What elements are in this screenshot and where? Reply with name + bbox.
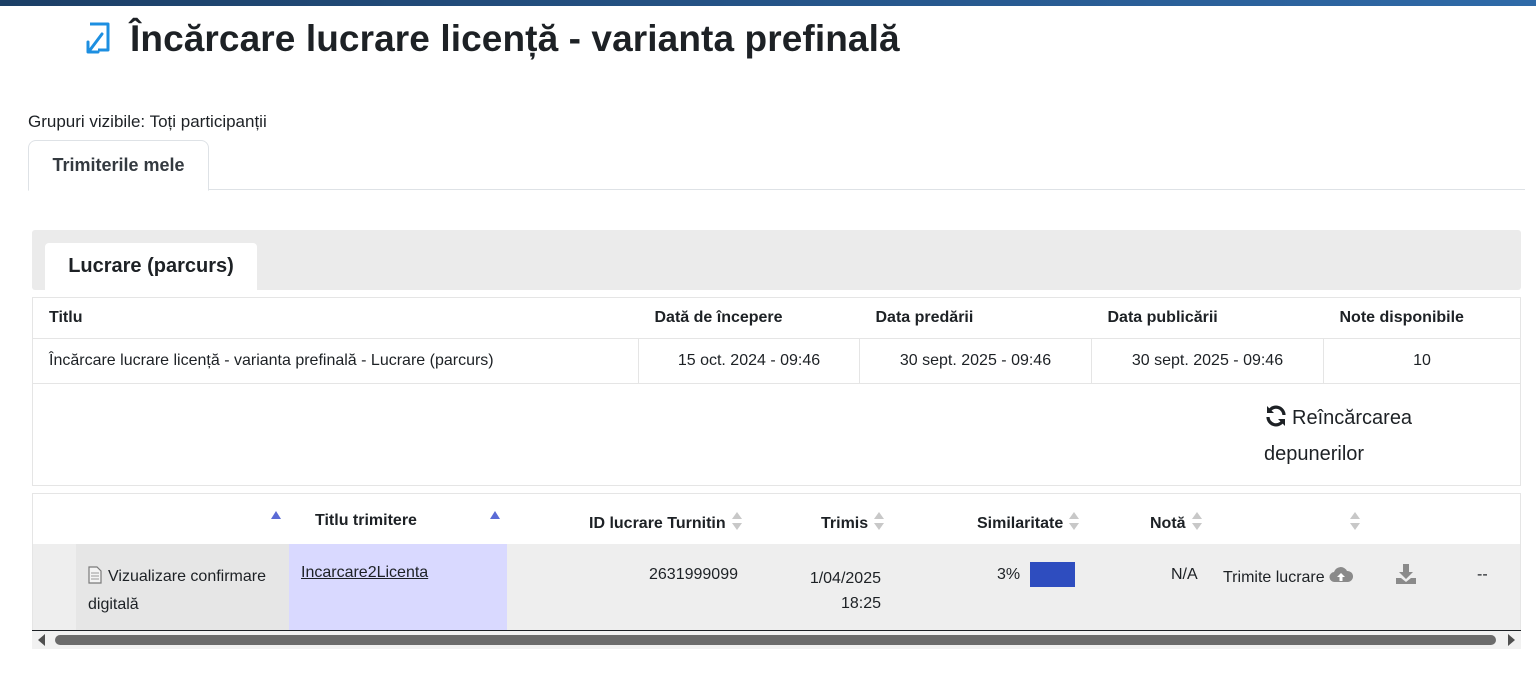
table-row: Încărcare lucrare licență - varianta pre… xyxy=(32,338,1521,384)
submission-title-cell: Incarcare2Licenta xyxy=(289,544,507,631)
column-header-max-grade: Note disponibile xyxy=(1323,297,1521,339)
assignment-upload-icon xyxy=(84,19,114,59)
cloud-upload-icon xyxy=(1329,566,1353,589)
submissions-table-header: Titlu trimitere ID lucrare Turnitin Trim… xyxy=(33,494,1520,544)
scrollbar-thumb[interactable] xyxy=(55,635,1496,645)
column-header-start-date: Dată de începere xyxy=(638,297,860,339)
similarity-score[interactable]: 3% xyxy=(997,566,1020,584)
refresh-submissions-button[interactable]: Reîncărcarea depunerilor xyxy=(1264,402,1464,470)
grade-cell: N/A xyxy=(1171,566,1198,583)
page-header: Încărcare lucrare licență - varianta pre… xyxy=(84,14,900,64)
assignment-title-cell: Încărcare lucrare licență - varianta pre… xyxy=(32,338,639,384)
horizontal-scrollbar[interactable] xyxy=(32,630,1521,649)
scroll-right-icon[interactable] xyxy=(1508,634,1515,646)
table-row: Vizualizare confirmare digitală Incarcar… xyxy=(33,544,1520,631)
extra-cell: -- xyxy=(1477,566,1488,583)
refresh-icon xyxy=(1264,404,1288,438)
column-header-grade[interactable]: Notă xyxy=(1150,512,1202,535)
document-icon xyxy=(88,566,102,592)
column-header-similarity[interactable]: Similaritate xyxy=(977,512,1080,535)
paper-id-cell: 2631999099 xyxy=(649,566,738,583)
tab-my-submissions[interactable]: Trimiterile mele xyxy=(28,140,209,191)
sort-toggle-icon xyxy=(874,512,885,535)
column-header-sent[interactable]: Trimis xyxy=(821,512,885,535)
column-header-paper-id[interactable]: ID lucrare Turnitin xyxy=(589,512,742,535)
column-header-title: Titlu xyxy=(32,297,639,339)
top-accent-bar xyxy=(0,0,1536,6)
assignment-info-table: Titlu Dată de începere Data predării Dat… xyxy=(32,297,1521,384)
sent-date-cell: 1/04/2025 18:25 xyxy=(809,570,881,612)
start-date-cell: 15 oct. 2024 - 09:46 xyxy=(638,338,860,384)
part-tab-panel: Lucrare (parcurs) xyxy=(32,230,1521,290)
tab-bar: Trimiterile mele xyxy=(28,140,1525,191)
column-header-due-date: Data predării xyxy=(859,297,1092,339)
submit-paper-button[interactable]: Trimite lucrare xyxy=(1223,566,1353,589)
column-header-submission-title[interactable]: Titlu trimitere xyxy=(315,512,417,530)
sort-toggle-icon[interactable] xyxy=(1350,512,1360,530)
part-tab-lucrare[interactable]: Lucrare (parcurs) xyxy=(45,243,257,290)
similarity-bar[interactable] xyxy=(1030,562,1075,587)
post-date-cell: 30 sept. 2025 - 09:46 xyxy=(1091,338,1324,384)
digital-receipt-link[interactable]: Vizualizare confirmare digitală xyxy=(76,544,289,631)
max-grade-cell: 10 xyxy=(1413,352,1431,369)
submission-title-link[interactable]: Incarcare2Licenta xyxy=(301,564,428,581)
scroll-left-icon[interactable] xyxy=(38,634,45,646)
sort-toggle-icon xyxy=(1069,512,1080,535)
download-icon[interactable] xyxy=(1395,564,1417,589)
visible-groups-label: Grupuri vizibile: Toți participanții xyxy=(28,112,267,131)
page-title: Încărcare lucrare licență - varianta pre… xyxy=(130,18,900,59)
refresh-area: Reîncărcarea depunerilor xyxy=(32,384,1521,486)
submissions-table: Titlu trimitere ID lucrare Turnitin Trim… xyxy=(32,493,1521,631)
column-header-post-date: Data publicării xyxy=(1091,297,1324,339)
sort-toggle-icon xyxy=(731,512,742,535)
sort-asc-icon[interactable] xyxy=(490,511,500,519)
due-date-cell: 30 sept. 2025 - 09:46 xyxy=(859,338,1092,384)
sort-asc-icon[interactable] xyxy=(271,511,281,519)
sort-toggle-icon xyxy=(1191,512,1202,535)
